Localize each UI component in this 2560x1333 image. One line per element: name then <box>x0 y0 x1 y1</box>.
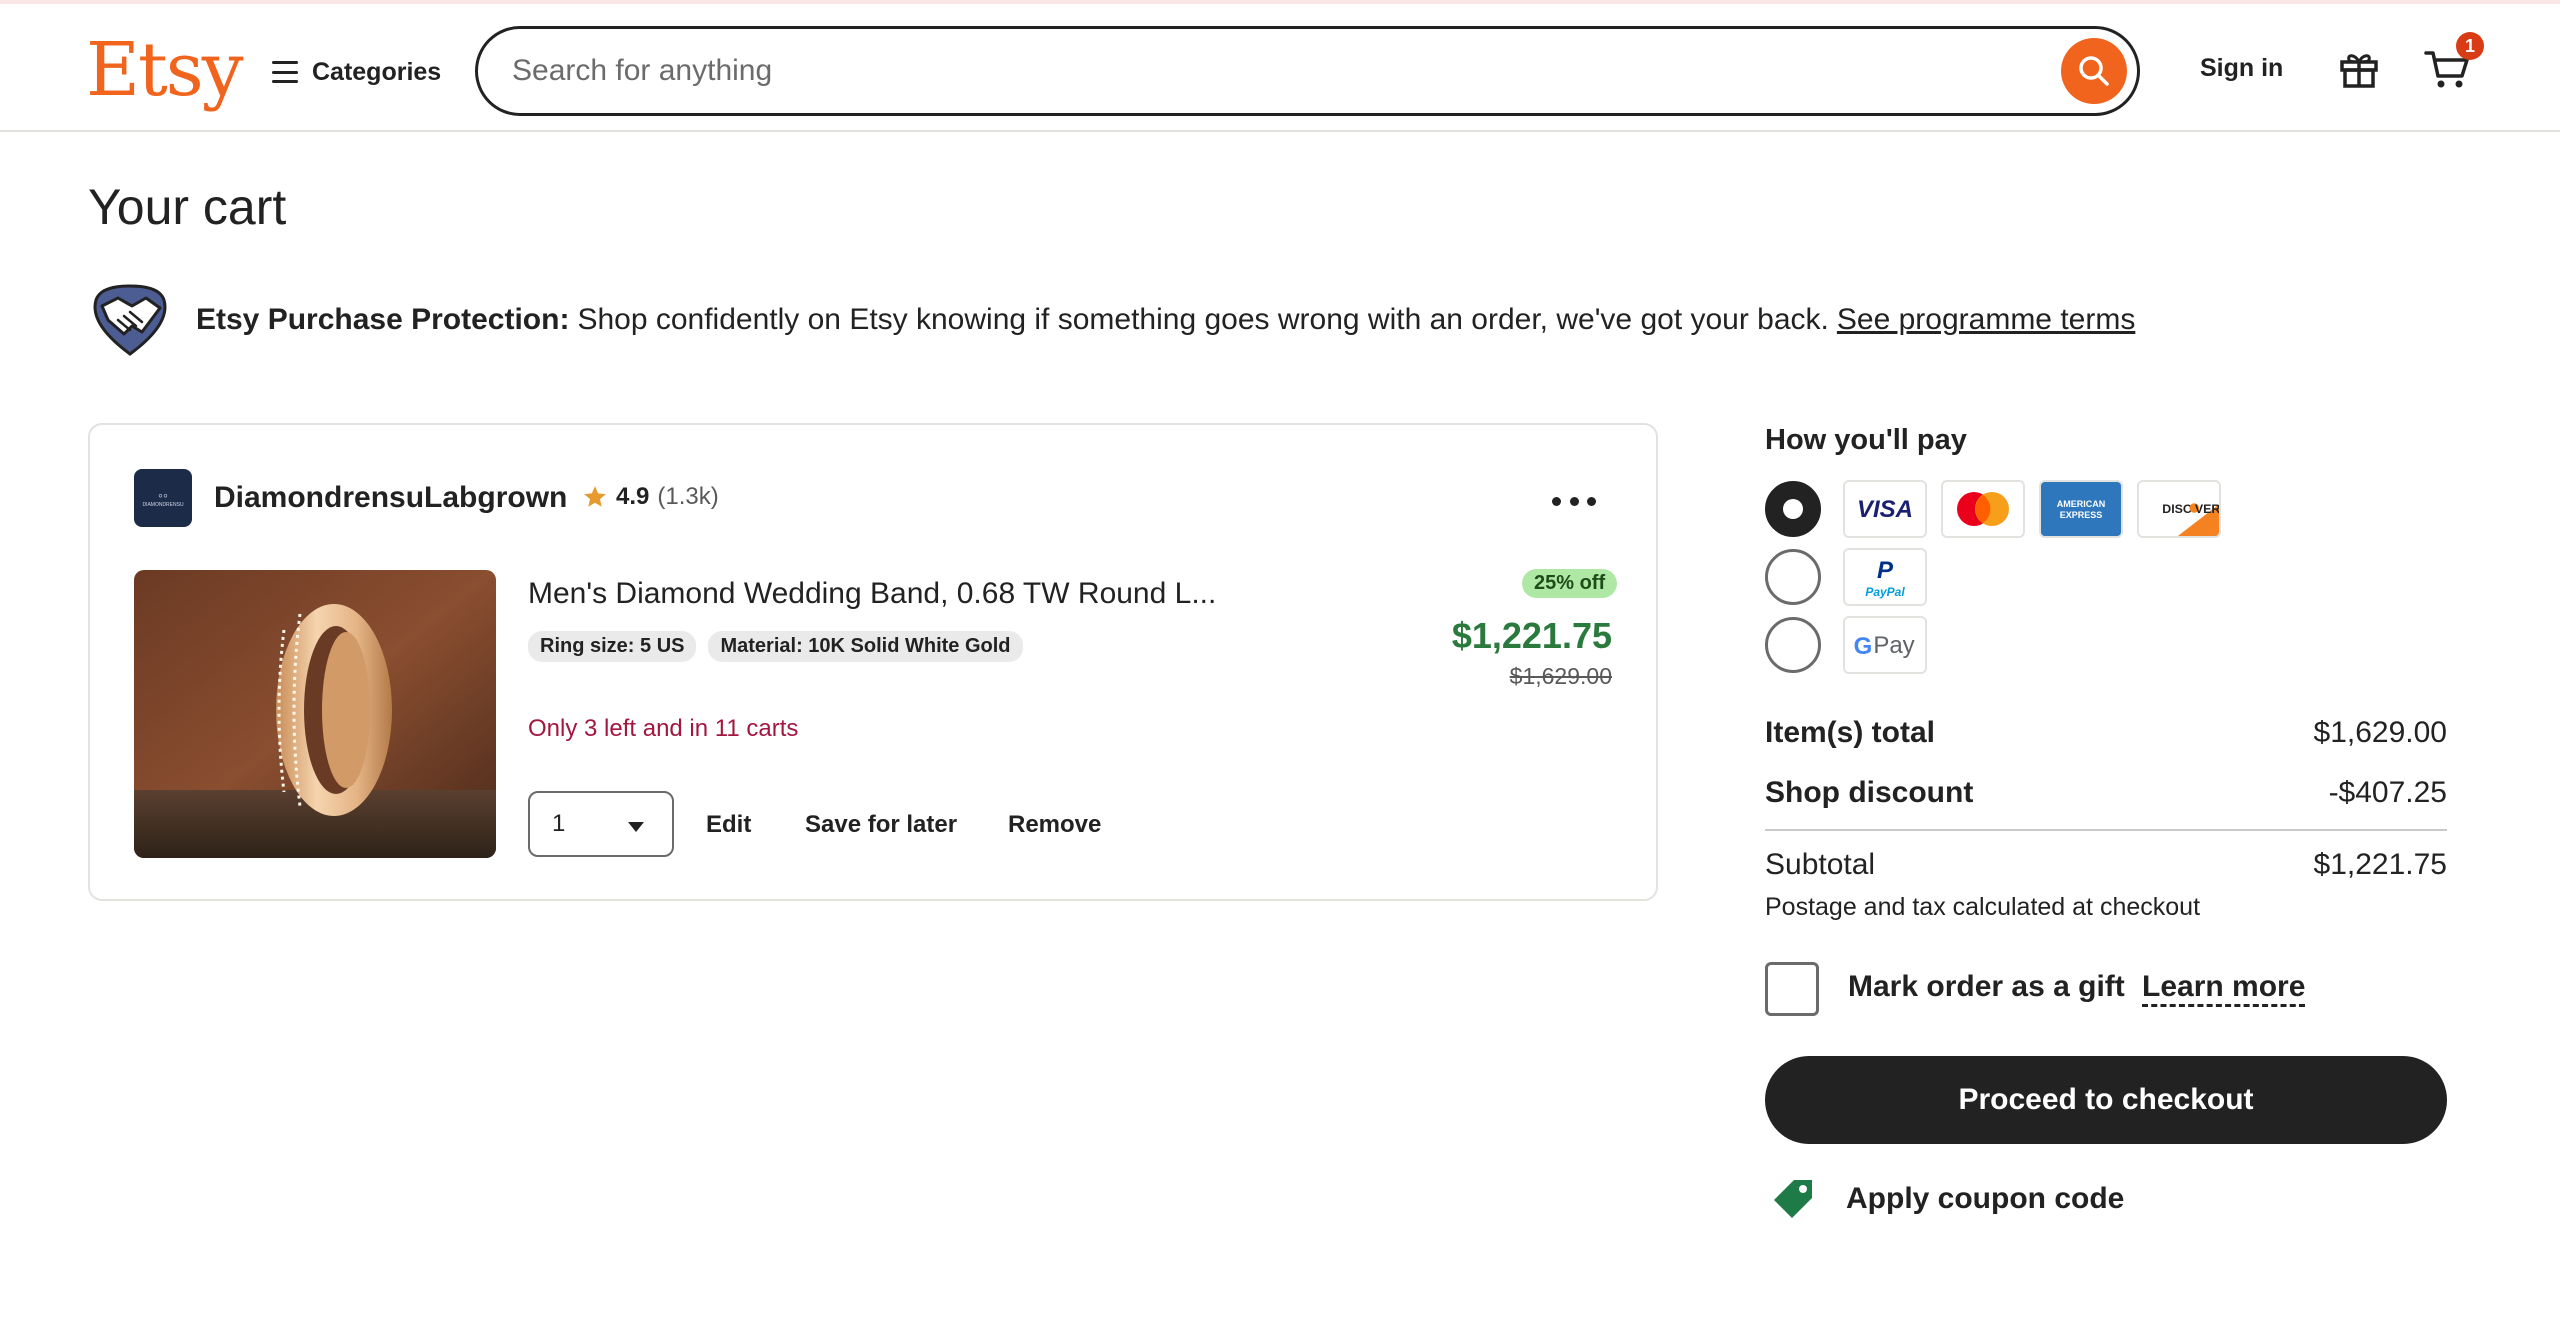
edit-button[interactable]: Edit <box>706 811 751 839</box>
categories-label: Categories <box>312 57 442 86</box>
programme-terms-link[interactable]: See programme terms <box>1837 303 2135 337</box>
payment-option-paypal: P PayPal <box>1765 548 1927 606</box>
svg-text:Pay: Pay <box>1873 632 1914 659</box>
remove-button[interactable]: Remove <box>1008 811 1101 839</box>
rating-count: (1.3k) <box>657 483 719 510</box>
product-image[interactable] <box>134 570 496 858</box>
items-total-row: Item(s) total $1,629.00 <box>1765 716 2447 750</box>
variation-ring-size: Ring size: 5 US <box>528 631 697 662</box>
save-for-later-button[interactable]: Save for later <box>805 811 957 839</box>
handshake-shield-icon <box>93 284 167 356</box>
purchase-protection-banner: Etsy Purchase Protection: Shop confident… <box>88 280 2135 360</box>
payment-radio-google-pay[interactable] <box>1765 617 1821 673</box>
google-pay-logo-icon: G Pay <box>1843 616 1927 674</box>
more-options-icon[interactable] <box>1552 491 1596 511</box>
apply-coupon-button[interactable]: Apply coupon code <box>1770 1176 2124 1222</box>
scarcity-message: Only 3 left and in 11 carts <box>528 715 799 742</box>
search-input[interactable] <box>512 47 2012 95</box>
rating-score: 4.9 <box>616 483 650 510</box>
star-icon <box>584 486 606 507</box>
discover-logo-icon: DISC VER <box>2137 480 2221 538</box>
visa-logo-icon: VISA <box>1843 480 1927 538</box>
page-title: Your cart <box>88 179 287 235</box>
apply-coupon-label: Apply coupon code <box>1846 1182 2125 1215</box>
subtotal-row: Subtotal $1,221.75 <box>1765 848 2447 882</box>
discount-badge: 25% off <box>1522 569 1618 598</box>
gift-checkbox[interactable] <box>1765 962 1819 1016</box>
caret-down-icon <box>628 822 644 832</box>
protection-text: Shop confidently on Etsy knowing if some… <box>577 303 1829 336</box>
site-header: Etsy Categories Sign in 1 <box>0 4 2560 132</box>
product-variations: Ring size: 5 US Material: 10K Solid Whit… <box>528 631 1023 662</box>
payment-option-card: VISA AMERICAN EXPRESS DISC VER <box>1765 480 2221 538</box>
menu-icon <box>272 61 298 83</box>
paypal-logo-icon: P PayPal <box>1843 548 1927 606</box>
payment-heading: How you'll pay <box>1765 424 1967 456</box>
learn-more-link[interactable]: Learn more <box>2142 970 2306 1007</box>
svg-text:P: P <box>1877 557 1894 584</box>
variation-material: Material: 10K Solid White Gold <box>708 631 1023 662</box>
subtotal-value: $1,221.75 <box>2313 848 2447 881</box>
subtotal-label: Subtotal <box>1765 848 1876 881</box>
cart-count-badge: 1 <box>2456 32 2484 60</box>
shop-rating: 4.9 (1.3k) <box>582 483 719 511</box>
shop-name-link[interactable]: DiamondrensuLabgrown <box>214 481 567 515</box>
shop-discount-label: Shop discount <box>1765 776 1974 809</box>
svg-text:AMERICAN: AMERICAN <box>2057 499 2106 509</box>
gift-icon[interactable] <box>2338 48 2380 90</box>
amex-logo-icon: AMERICAN EXPRESS <box>2039 480 2123 538</box>
payment-radio-paypal[interactable] <box>1765 549 1821 605</box>
quantity-select[interactable]: 1 <box>528 791 674 857</box>
svg-text:DISC: DISC <box>2162 502 2192 516</box>
svg-text:EXPRESS: EXPRESS <box>2060 510 2103 520</box>
search-button[interactable] <box>2061 38 2127 104</box>
shop-avatar[interactable]: ◦◦ DIAMONDRENSU <box>134 469 192 527</box>
svg-text:G: G <box>1854 633 1873 660</box>
quantity-value: 1 <box>552 810 566 837</box>
payment-radio-card[interactable] <box>1765 481 1821 537</box>
tag-icon <box>1774 1180 1812 1218</box>
svg-text:PayPal: PayPal <box>1865 585 1905 599</box>
summary-divider <box>1765 829 2447 831</box>
svg-text:VISA: VISA <box>1857 496 1913 523</box>
cart-item-card: ◦◦ DIAMONDRENSU DiamondrensuLabgrown 4.9… <box>88 423 1658 901</box>
shop-discount-row: Shop discount -$407.25 <box>1765 776 2447 810</box>
etsy-logo[interactable]: Etsy <box>86 20 244 120</box>
product-title-link[interactable]: Men's Diamond Wedding Band, 0.68 TW Roun… <box>528 577 1216 611</box>
categories-button[interactable]: Categories <box>272 48 441 96</box>
payment-option-google-pay: G Pay <box>1765 616 1927 674</box>
sale-price: $1,221.75 <box>1451 615 1612 656</box>
search-bar <box>475 26 2140 116</box>
original-price: $1,629.00 <box>1509 663 1612 689</box>
postage-note: Postage and tax calculated at checkout <box>1765 893 2201 921</box>
items-total-label: Item(s) total <box>1765 716 1936 749</box>
svg-text:VER: VER <box>2195 502 2219 516</box>
shop-discount-value: -$407.25 <box>2328 776 2447 809</box>
search-icon <box>2079 56 2109 86</box>
gift-label: Mark order as a gift <box>1848 970 2125 1003</box>
sign-in-link[interactable]: Sign in <box>2200 54 2283 83</box>
protection-heading: Etsy Purchase Protection: <box>196 303 570 336</box>
proceed-to-checkout-button[interactable]: Proceed to checkout <box>1765 1056 2447 1144</box>
items-total-value: $1,629.00 <box>2313 716 2447 749</box>
mastercard-logo-icon <box>1941 480 2025 538</box>
